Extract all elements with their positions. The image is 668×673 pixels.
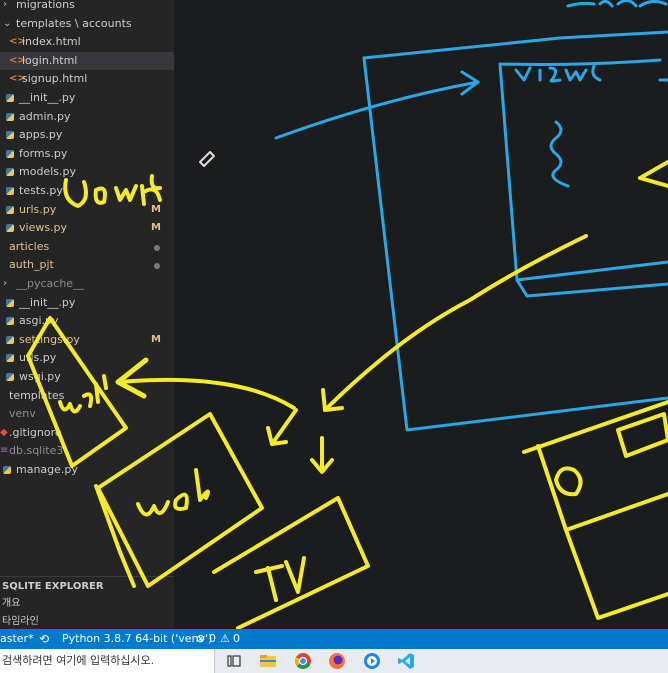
explorer-item-label: db.sqlite3 (9, 444, 64, 458)
explorer-item[interactable]: <> index.html (0, 33, 174, 52)
python-file-icon (6, 205, 14, 214)
drawing-canvas[interactable] (174, 0, 668, 629)
sqlite-overview-row[interactable]: 개요 (2, 595, 20, 613)
explorer-item[interactable]: <> signup.html (0, 70, 174, 89)
taskbar-search-placeholder: 검색하려면 여기에 입력하십시오. (2, 654, 155, 667)
database-file-icon: ≡ (0, 445, 9, 457)
python-file-icon (6, 112, 14, 121)
python-file-icon (6, 224, 14, 233)
explorer-item-label: auth_pjt (9, 258, 54, 272)
explorer-item-label: venv (9, 407, 36, 421)
explorer-item-label: login.html (22, 53, 78, 67)
status-bar: aster* ⟲ Python 3.8.7 64-bit ('venv') ⊗ … (0, 629, 668, 649)
sqlite-explorer-title[interactable]: SQLITE EXPLORER (2, 578, 104, 596)
explorer-item[interactable]: wsgi.py (0, 368, 174, 387)
explorer-item-label: models.py (19, 165, 76, 179)
git-changes-dot (154, 244, 160, 251)
explorer-item[interactable]: views.py M (0, 219, 174, 238)
explorer-item-label: urls.py (19, 202, 57, 216)
python-interpreter[interactable]: Python 3.8.7 64-bit ('venv') (62, 629, 212, 649)
explorer-item[interactable]: forms.py (0, 145, 174, 164)
explorer-item-label: wsgi.py (19, 370, 61, 383)
explorer-item[interactable]: ⌄ templates \ accounts (0, 15, 174, 34)
explorer-item[interactable]: urls.py M (0, 201, 174, 220)
explorer-item-label: index.html (22, 35, 81, 49)
explorer-item-label: __init__.py (19, 295, 76, 309)
python-file-icon (6, 298, 14, 307)
warning-count: 0 (233, 632, 240, 645)
explorer-item[interactable]: settings.py M (0, 331, 174, 350)
git-changes-dot (154, 263, 160, 270)
sqlite-explorer-panel: SQLITE EXPLORER 개요 타임라인 (0, 576, 174, 630)
explorer-item-label: __pycache__ (16, 277, 85, 290)
explorer-item-label: .gitignore (9, 425, 62, 439)
explorer-item[interactable]: apps.py (0, 126, 174, 145)
python-file-icon (3, 466, 11, 474)
explorer-item-label: __init__.py (19, 91, 76, 104)
git-modified-badge: M (151, 203, 161, 215)
explorer-item-label: admin.py (19, 109, 71, 123)
explorer-item-label: apps.py (19, 128, 63, 142)
explorer-item[interactable]: tests.py (0, 182, 174, 201)
explorer-item-label: views.py (19, 221, 68, 235)
vscode-icon[interactable] (396, 651, 416, 671)
explorer-item-label: migrations (16, 0, 75, 11)
git-modified-badge: M (151, 333, 161, 345)
explorer-item[interactable]: ◆ .gitignore (0, 424, 174, 443)
explorer-item-label: articles (9, 239, 50, 253)
python-file-icon (6, 354, 14, 363)
explorer-item[interactable]: __init__.py (0, 89, 174, 108)
explorer-panel: › migrations ⌄ templates \ accounts <> index.… (0, 0, 174, 629)
explorer-item-label: manage.py (16, 463, 78, 476)
python-file-icon (6, 168, 14, 177)
python-file-icon (6, 373, 14, 381)
explorer-item[interactable]: models.py (0, 163, 174, 182)
explorer-item[interactable]: <> login.html (0, 51, 174, 71)
explorer-item[interactable]: auth_pjt (0, 256, 174, 275)
task-view-icon[interactable] (224, 651, 244, 671)
explorer-item-label: templates \ accounts (16, 16, 132, 30)
explorer-item[interactable]: ≡ db.sqlite3 (0, 442, 174, 461)
explorer-item[interactable]: venv (0, 405, 174, 424)
explorer-item[interactable]: asgi.py (0, 312, 174, 331)
python-file-icon (6, 317, 14, 326)
explorer-item-label: signup.html (22, 72, 88, 86)
error-icon[interactable]: ⊗ (196, 629, 205, 649)
explorer-item[interactable]: articles (0, 238, 174, 257)
explorer-item[interactable]: › __pycache__ (0, 275, 174, 294)
media-player-icon[interactable] (362, 651, 382, 671)
file-explorer-icon[interactable] (258, 651, 278, 671)
explorer-item[interactable]: templates (0, 387, 174, 406)
explorer-item-label: forms.py (19, 146, 68, 160)
sync-icon[interactable]: ⟲ (39, 629, 49, 649)
windows-taskbar: 검색하려면 여기에 입력하십시오. (0, 649, 668, 673)
warning-icon[interactable]: ⚠ (220, 629, 230, 649)
python-file-icon (6, 149, 14, 158)
chevron-down-icon[interactable]: ⌄ (3, 15, 11, 34)
firefox-icon[interactable] (327, 651, 347, 671)
python-file-icon (6, 187, 14, 195)
chrome-icon[interactable] (293, 651, 313, 671)
explorer-item[interactable]: manage.py (0, 461, 174, 480)
git-branch[interactable]: aster* (0, 629, 34, 649)
explorer-item-label: settings.py (19, 332, 80, 346)
explorer-item-label: templates (9, 388, 65, 402)
explorer-item-label: tests.py (19, 184, 63, 197)
explorer-item[interactable]: __init__.py (0, 294, 174, 313)
chevron-right-icon[interactable]: › (3, 275, 7, 294)
explorer-item[interactable]: urls.py (0, 349, 174, 368)
python-file-icon (6, 131, 14, 140)
explorer-item[interactable]: › migrations (0, 0, 174, 15)
python-file-icon (6, 335, 14, 344)
python-file-icon (6, 94, 14, 102)
git-file-icon: ◆ (0, 426, 8, 438)
chevron-right-icon[interactable]: › (3, 0, 7, 15)
error-count: 0 (209, 632, 216, 645)
explorer-item-label: urls.py (19, 351, 57, 365)
git-modified-badge: M (151, 222, 161, 234)
taskbar-search-box[interactable]: 검색하려면 여기에 입력하십시오. (0, 649, 215, 673)
explorer-item[interactable]: admin.py (0, 108, 174, 127)
explorer-item-label: asgi.py (19, 314, 59, 328)
